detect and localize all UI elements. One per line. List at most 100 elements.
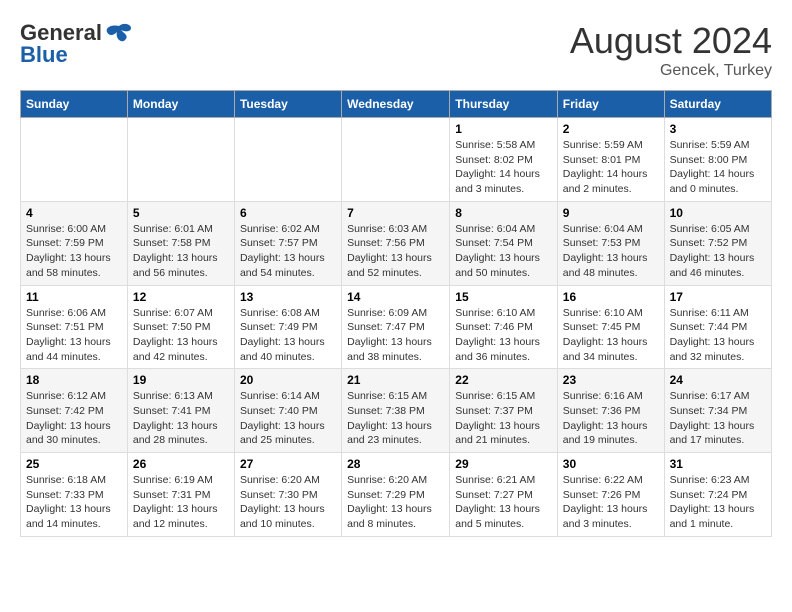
day-number: 31: [670, 457, 766, 471]
day-info-text: Sunrise: 6:15 AMSunset: 7:37 PMDaylight:…: [455, 389, 552, 448]
calendar-day-cell: 15 Sunrise: 6:10 AMSunset: 7:46 PMDayligh…: [450, 285, 558, 369]
day-info-text: Sunrise: 6:16 AMSunset: 7:36 PMDaylight:…: [563, 389, 659, 448]
day-info-text: Sunrise: 6:08 AMSunset: 7:49 PMDaylight:…: [240, 306, 336, 365]
calendar-day-cell: 23 Sunrise: 6:16 AMSunset: 7:36 PMDayligh…: [557, 369, 664, 453]
calendar-day-cell: 5 Sunrise: 6:01 AMSunset: 7:58 PMDaylight…: [127, 201, 234, 285]
calendar-day-cell: 19 Sunrise: 6:13 AMSunset: 7:41 PMDayligh…: [127, 369, 234, 453]
day-number: 19: [133, 373, 229, 387]
calendar-week-row: 25 Sunrise: 6:18 AMSunset: 7:33 PMDayligh…: [21, 453, 772, 537]
calendar-day-cell: 11 Sunrise: 6:06 AMSunset: 7:51 PMDayligh…: [21, 285, 128, 369]
day-info-text: Sunrise: 6:06 AMSunset: 7:51 PMDaylight:…: [26, 306, 122, 365]
day-info-text: Sunrise: 6:07 AMSunset: 7:50 PMDaylight:…: [133, 306, 229, 365]
day-info-text: Sunrise: 6:18 AMSunset: 7:33 PMDaylight:…: [26, 473, 122, 532]
calendar-day-cell: 25 Sunrise: 6:18 AMSunset: 7:33 PMDayligh…: [21, 453, 128, 537]
day-number: 15: [455, 290, 552, 304]
calendar-day-cell: 13 Sunrise: 6:08 AMSunset: 7:49 PMDayligh…: [234, 285, 341, 369]
calendar-week-row: 1Sunrise: 5:58 AMSunset: 8:02 PMDaylight…: [21, 118, 772, 202]
day-number: 20: [240, 373, 336, 387]
title-area: August 2024 Gencek, Turkey: [570, 20, 772, 80]
calendar-day-cell: 17 Sunrise: 6:11 AMSunset: 7:44 PMDayligh…: [664, 285, 771, 369]
day-number: 6: [240, 206, 336, 220]
day-of-week-header: Monday: [127, 91, 234, 118]
calendar-day-cell: 8 Sunrise: 6:04 AMSunset: 7:54 PMDaylight…: [450, 201, 558, 285]
logo-bird-icon: [105, 22, 133, 44]
day-number: 4: [26, 206, 122, 220]
day-number: 11: [26, 290, 122, 304]
calendar-day-cell: 12 Sunrise: 6:07 AMSunset: 7:50 PMDayligh…: [127, 285, 234, 369]
day-of-week-header: Tuesday: [234, 91, 341, 118]
day-info-text: Sunrise: 6:00 AMSunset: 7:59 PMDaylight:…: [26, 222, 122, 281]
calendar-day-cell: [21, 118, 128, 202]
calendar-day-cell: 6 Sunrise: 6:02 AMSunset: 7:57 PMDaylight…: [234, 201, 341, 285]
calendar-day-cell: 24Sunrise: 6:17 AMSunset: 7:34 PMDayligh…: [664, 369, 771, 453]
day-number: 25: [26, 457, 122, 471]
day-info-text: Sunrise: 5:59 AMSunset: 8:00 PMDaylight:…: [670, 138, 766, 197]
calendar-day-cell: [342, 118, 450, 202]
day-number: 3: [670, 122, 766, 136]
day-info-text: Sunrise: 6:19 AMSunset: 7:31 PMDaylight:…: [133, 473, 229, 532]
day-number: 18: [26, 373, 122, 387]
calendar-day-cell: 3 Sunrise: 5:59 AMSunset: 8:00 PMDaylight…: [664, 118, 771, 202]
day-info-text: Sunrise: 6:04 AMSunset: 7:53 PMDaylight:…: [563, 222, 659, 281]
day-number: 10: [670, 206, 766, 220]
day-number: 29: [455, 457, 552, 471]
day-number: 17: [670, 290, 766, 304]
calendar-day-cell: 26 Sunrise: 6:19 AMSunset: 7:31 PMDayligh…: [127, 453, 234, 537]
day-number: 23: [563, 373, 659, 387]
logo-blue-text: Blue: [20, 42, 68, 68]
calendar-day-cell: 2Sunrise: 5:59 AMSunset: 8:01 PMDaylight…: [557, 118, 664, 202]
calendar-day-cell: 9Sunrise: 6:04 AMSunset: 7:53 PMDaylight…: [557, 201, 664, 285]
calendar-day-cell: 18 Sunrise: 6:12 AMSunset: 7:42 PMDayligh…: [21, 369, 128, 453]
calendar-day-cell: 28Sunrise: 6:20 AMSunset: 7:29 PMDayligh…: [342, 453, 450, 537]
day-info-text: Sunrise: 6:04 AMSunset: 7:54 PMDaylight:…: [455, 222, 552, 281]
calendar-day-cell: 20 Sunrise: 6:14 AMSunset: 7:40 PMDayligh…: [234, 369, 341, 453]
calendar-day-cell: 21 Sunrise: 6:15 AMSunset: 7:38 PMDayligh…: [342, 369, 450, 453]
day-info-text: Sunrise: 6:05 AMSunset: 7:52 PMDaylight:…: [670, 222, 766, 281]
day-of-week-header: Sunday: [21, 91, 128, 118]
day-info-text: Sunrise: 6:02 AMSunset: 7:57 PMDaylight:…: [240, 222, 336, 281]
calendar-day-cell: 30 Sunrise: 6:22 AMSunset: 7:26 PMDayligh…: [557, 453, 664, 537]
month-year-title: August 2024: [570, 20, 772, 62]
day-number: 7: [347, 206, 444, 220]
calendar-table: SundayMondayTuesdayWednesdayThursdayFrid…: [20, 90, 772, 537]
day-info-text: Sunrise: 6:12 AMSunset: 7:42 PMDaylight:…: [26, 389, 122, 448]
day-info-text: Sunrise: 6:13 AMSunset: 7:41 PMDaylight:…: [133, 389, 229, 448]
day-info-text: Sunrise: 6:22 AMSunset: 7:26 PMDaylight:…: [563, 473, 659, 532]
day-info-text: Sunrise: 6:01 AMSunset: 7:58 PMDaylight:…: [133, 222, 229, 281]
day-info-text: Sunrise: 6:20 AMSunset: 7:30 PMDaylight:…: [240, 473, 336, 532]
day-info-text: Sunrise: 6:21 AMSunset: 7:27 PMDaylight:…: [455, 473, 552, 532]
calendar-day-cell: 10 Sunrise: 6:05 AMSunset: 7:52 PMDayligh…: [664, 201, 771, 285]
calendar-header-row: SundayMondayTuesdayWednesdayThursdayFrid…: [21, 91, 772, 118]
calendar-week-row: 11 Sunrise: 6:06 AMSunset: 7:51 PMDayligh…: [21, 285, 772, 369]
logo: General Blue: [20, 20, 133, 68]
day-number: 12: [133, 290, 229, 304]
day-number: 21: [347, 373, 444, 387]
day-number: 14: [347, 290, 444, 304]
calendar-week-row: 18 Sunrise: 6:12 AMSunset: 7:42 PMDayligh…: [21, 369, 772, 453]
day-of-week-header: Wednesday: [342, 91, 450, 118]
day-of-week-header: Saturday: [664, 91, 771, 118]
day-number: 30: [563, 457, 659, 471]
day-number: 13: [240, 290, 336, 304]
calendar-day-cell: 29 Sunrise: 6:21 AMSunset: 7:27 PMDayligh…: [450, 453, 558, 537]
calendar-day-cell: 27 Sunrise: 6:20 AMSunset: 7:30 PMDayligh…: [234, 453, 341, 537]
day-number: 5: [133, 206, 229, 220]
location-subtitle: Gencek, Turkey: [570, 62, 772, 80]
day-info-text: Sunrise: 6:23 AMSunset: 7:24 PMDaylight:…: [670, 473, 766, 532]
day-number: 24: [670, 373, 766, 387]
day-info-text: Sunrise: 6:20 AMSunset: 7:29 PMDaylight:…: [347, 473, 444, 532]
day-number: 1: [455, 122, 552, 136]
calendar-day-cell: 31 Sunrise: 6:23 AMSunset: 7:24 PMDayligh…: [664, 453, 771, 537]
day-info-text: Sunrise: 6:10 AMSunset: 7:46 PMDaylight:…: [455, 306, 552, 365]
day-info-text: Sunrise: 6:11 AMSunset: 7:44 PMDaylight:…: [670, 306, 766, 365]
calendar-day-cell: 4 Sunrise: 6:00 AMSunset: 7:59 PMDaylight…: [21, 201, 128, 285]
day-info-text: Sunrise: 6:15 AMSunset: 7:38 PMDaylight:…: [347, 389, 444, 448]
day-number: 26: [133, 457, 229, 471]
day-number: 27: [240, 457, 336, 471]
day-number: 8: [455, 206, 552, 220]
day-info-text: Sunrise: 6:10 AMSunset: 7:45 PMDaylight:…: [563, 306, 659, 365]
day-info-text: Sunrise: 6:03 AMSunset: 7:56 PMDaylight:…: [347, 222, 444, 281]
day-of-week-header: Friday: [557, 91, 664, 118]
calendar-day-cell: 16Sunrise: 6:10 AMSunset: 7:45 PMDayligh…: [557, 285, 664, 369]
day-info-text: Sunrise: 6:14 AMSunset: 7:40 PMDaylight:…: [240, 389, 336, 448]
